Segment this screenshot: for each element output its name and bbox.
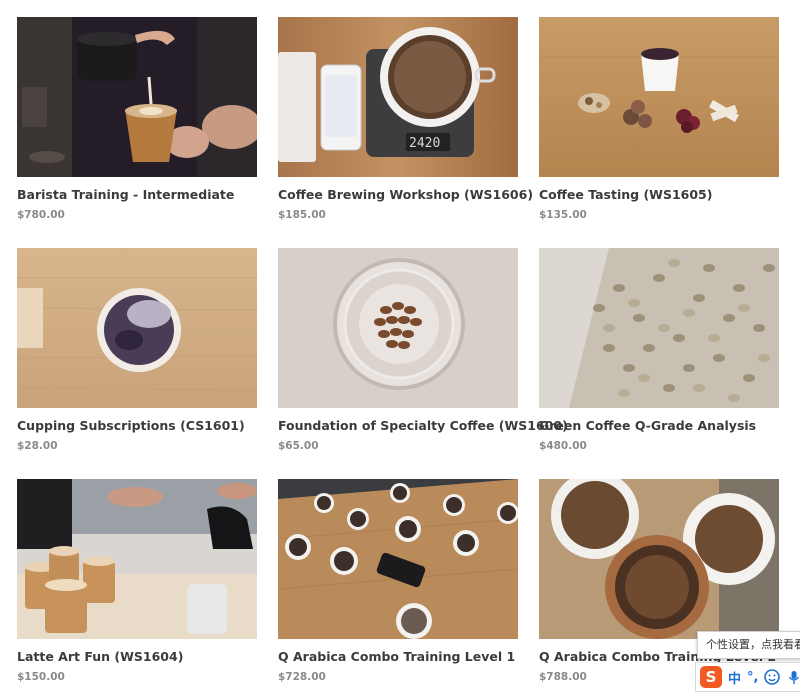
product-card[interactable]: Latte Art Fun (WS1604) $150.00 xyxy=(17,479,257,683)
product-price: $65.00 xyxy=(278,440,319,452)
product-image-q-arabica-2[interactable] xyxy=(539,479,779,639)
product-image-latte-art[interactable] xyxy=(17,479,257,639)
product-title[interactable]: Cupping Subscriptions (CS1601) xyxy=(17,418,277,433)
product-image-barista-training[interactable] xyxy=(17,17,257,177)
product-price: $480.00 xyxy=(539,440,587,452)
product-image-coffee-tasting[interactable] xyxy=(539,17,779,177)
product-card[interactable]: Coffee Tasting (WS1605) $135.00 xyxy=(539,17,779,221)
product-title[interactable]: Latte Art Fun (WS1604) xyxy=(17,649,277,664)
emoji-icon[interactable] xyxy=(764,669,781,685)
product-title[interactable]: Barista Training - Intermediate xyxy=(17,187,277,202)
product-card[interactable]: Foundation of Specialty Coffee (WS1600) … xyxy=(278,248,568,452)
ime-toolbar[interactable]: S 中 °, xyxy=(695,662,800,692)
product-title[interactable]: Q Arabica Combo Training Level 1 xyxy=(278,649,538,664)
product-price: $788.00 xyxy=(539,671,587,683)
scale-readout: 2420 xyxy=(409,136,440,151)
product-card[interactable]: Q Arabica Combo Training Level 1 $728.00 xyxy=(278,479,518,683)
product-price: $28.00 xyxy=(17,440,58,452)
product-title[interactable]: Coffee Brewing Workshop (WS1606) xyxy=(278,187,538,202)
product-card[interactable]: Cupping Subscriptions (CS1601) $28.00 xyxy=(17,248,257,452)
product-title[interactable]: Green Coffee Q-Grade Analysis xyxy=(539,418,799,433)
ime-punctuation-toggle[interactable]: °, xyxy=(747,670,758,685)
product-image-specialty-foundation[interactable] xyxy=(278,248,518,408)
product-card[interactable]: Q Arabica Combo Training Level 2 $788.00 xyxy=(539,479,779,683)
product-title[interactable]: Coffee Tasting (WS1605) xyxy=(539,187,799,202)
product-card[interactable]: 2420 Coffee Brewing Workshop (WS1606) $1… xyxy=(278,17,533,221)
product-price: $780.00 xyxy=(17,209,65,221)
product-card[interactable]: Green Coffee Q-Grade Analysis $480.00 xyxy=(539,248,779,452)
ime-logo[interactable]: S xyxy=(700,666,722,688)
product-price: $728.00 xyxy=(278,671,326,683)
ime-mode-toggle[interactable]: 中 xyxy=(728,668,741,687)
product-title[interactable]: Foundation of Specialty Coffee (WS1600) xyxy=(278,418,568,433)
product-price: $135.00 xyxy=(539,209,587,221)
product-card[interactable]: Barista Training - Intermediate $780.00 xyxy=(17,17,257,221)
product-image-brewing-workshop[interactable]: 2420 xyxy=(278,17,518,177)
product-image-q-arabica-1[interactable] xyxy=(278,479,518,639)
product-image-cupping-subscriptions[interactable] xyxy=(17,248,257,408)
ime-tooltip[interactable]: 个性设置，点我看看 xyxy=(697,631,800,659)
microphone-icon[interactable] xyxy=(786,669,800,685)
product-price: $150.00 xyxy=(17,671,65,683)
product-price: $185.00 xyxy=(278,209,326,221)
product-image-green-coffee[interactable] xyxy=(539,248,779,408)
